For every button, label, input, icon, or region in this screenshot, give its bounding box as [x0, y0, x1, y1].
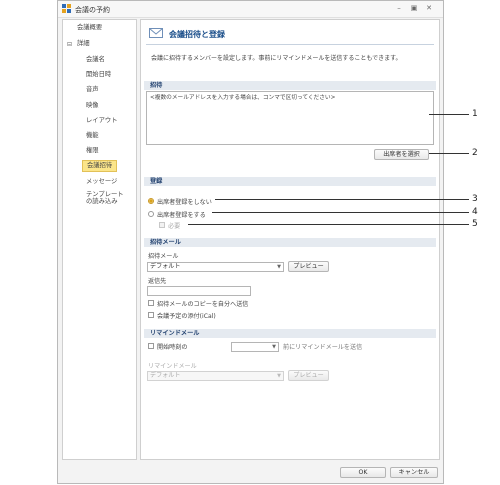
dropdown-arrow-icon: ▼ [277, 373, 281, 379]
reply-to-label: 返信先 [148, 278, 167, 285]
ok-button[interactable]: OK [340, 467, 386, 478]
header-divider [146, 44, 434, 45]
invite-mail-template-label: 招待メール [148, 253, 179, 260]
reply-to-input[interactable] [147, 286, 251, 296]
title-bar: 会議の予約 – ▣ ✕ [58, 1, 443, 18]
dropdown-arrow-icon: ▼ [272, 344, 276, 350]
registration-section-header: 登録 [144, 177, 436, 186]
reminder-mail-label: リマインドメール [148, 363, 197, 370]
nav-item-invitation[interactable]: 会議招待 [82, 160, 118, 172]
registration-label: 出席者登録をする [157, 212, 206, 219]
callout-1: 1 [472, 109, 478, 119]
nav-item-meeting-name[interactable]: 会議名 [86, 55, 105, 65]
nav-item-features[interactable]: 機能 [86, 131, 99, 141]
nav-item-template-load-2[interactable]: の読み込み [86, 198, 117, 206]
required-label: 必要 [168, 223, 181, 230]
nav-item-audio[interactable]: 音声 [86, 85, 99, 95]
cancel-button[interactable]: キャンセル [390, 467, 438, 478]
reminder-section-header: リマインドメール [144, 329, 436, 338]
nav-item-details[interactable]: 詳細 [77, 39, 90, 49]
reminder-checkbox[interactable] [148, 343, 154, 349]
reminder-before-label: 前にリマインドメールを送信 [283, 344, 363, 351]
callout-line-1 [429, 114, 469, 115]
app-logo-icon [62, 4, 71, 13]
reminder-start-label: 開始時刻の [157, 344, 188, 351]
callout-4: 4 [472, 207, 478, 217]
invite-mail-template-select[interactable]: デフォルト ▼ [147, 262, 284, 272]
reminder-preview-button[interactable]: プレビュー [288, 370, 329, 381]
reminder-mail-select[interactable]: デフォルト ▼ [147, 371, 284, 381]
dropdown-arrow-icon: ▼ [277, 264, 281, 270]
callout-line-4 [212, 212, 469, 213]
meeting-reservation-window: 会議の予約 – ▣ ✕ 会議概要 ⊟ 詳細 会議名 開始日時 音声 映像 レイア… [57, 0, 444, 484]
minimize-icon[interactable]: – [394, 4, 404, 13]
callout-3: 3 [472, 194, 478, 204]
copy-to-self-label: 招待メールのコピーを自分へ送信 [157, 301, 249, 308]
nav-item-permissions[interactable]: 権限 [86, 146, 99, 156]
window-title: 会議の予約 [75, 6, 110, 14]
callout-line-2 [429, 153, 469, 154]
callout-line-3 [215, 199, 469, 200]
invite-email-input[interactable]: <複数のメールアドレスを入力する場合は、コンマで区切ってください> [146, 91, 434, 145]
callout-line-5 [188, 224, 469, 225]
reminder-mail-value: デフォルト [150, 372, 181, 379]
settings-nav: 会議概要 ⊟ 詳細 会議名 開始日時 音声 映像 レイアウト 機能 権限 会議招… [62, 19, 137, 460]
close-icon[interactable]: ✕ [424, 4, 434, 13]
invite-mail-section-header: 招待メール [144, 238, 436, 247]
invite-section-header: 招待 [144, 81, 436, 90]
nav-item-video[interactable]: 映像 [86, 101, 99, 111]
invite-preview-button[interactable]: プレビュー [288, 261, 329, 272]
select-attendees-button[interactable]: 出席者を選択 [374, 149, 429, 160]
copy-to-self-checkbox[interactable] [148, 300, 154, 306]
content-panel: 会議招待と登録 会議に招待するメンバーを設定します。事前にリマインドメールを送信… [140, 19, 440, 460]
attach-ical-checkbox[interactable] [148, 312, 154, 318]
nav-item-layout[interactable]: レイアウト [86, 116, 117, 126]
callout-2: 2 [472, 148, 478, 158]
reminder-time-select[interactable]: ▼ [231, 342, 279, 352]
nav-item-overview[interactable]: 会議概要 [77, 23, 102, 33]
no-registration-radio[interactable] [148, 198, 154, 204]
page-title: 会議招待と登録 [169, 30, 225, 39]
page-description: 会議に招待するメンバーを設定します。事前にリマインドメールを送信することもできま… [151, 55, 402, 62]
invite-mail-template-value: デフォルト [150, 263, 181, 270]
no-registration-label: 出席者登録をしない [157, 199, 212, 206]
required-checkbox[interactable] [159, 222, 165, 228]
callout-5: 5 [472, 219, 478, 229]
registration-radio[interactable] [148, 211, 154, 217]
attach-ical-label: 会議予定の添付(iCal) [157, 313, 216, 320]
envelope-icon [149, 28, 163, 38]
nav-item-start-time[interactable]: 開始日時 [86, 70, 111, 80]
maximize-icon[interactable]: ▣ [409, 4, 419, 13]
collapse-icon[interactable]: ⊟ [67, 41, 72, 48]
nav-item-messages[interactable]: メッセージ [86, 177, 117, 187]
